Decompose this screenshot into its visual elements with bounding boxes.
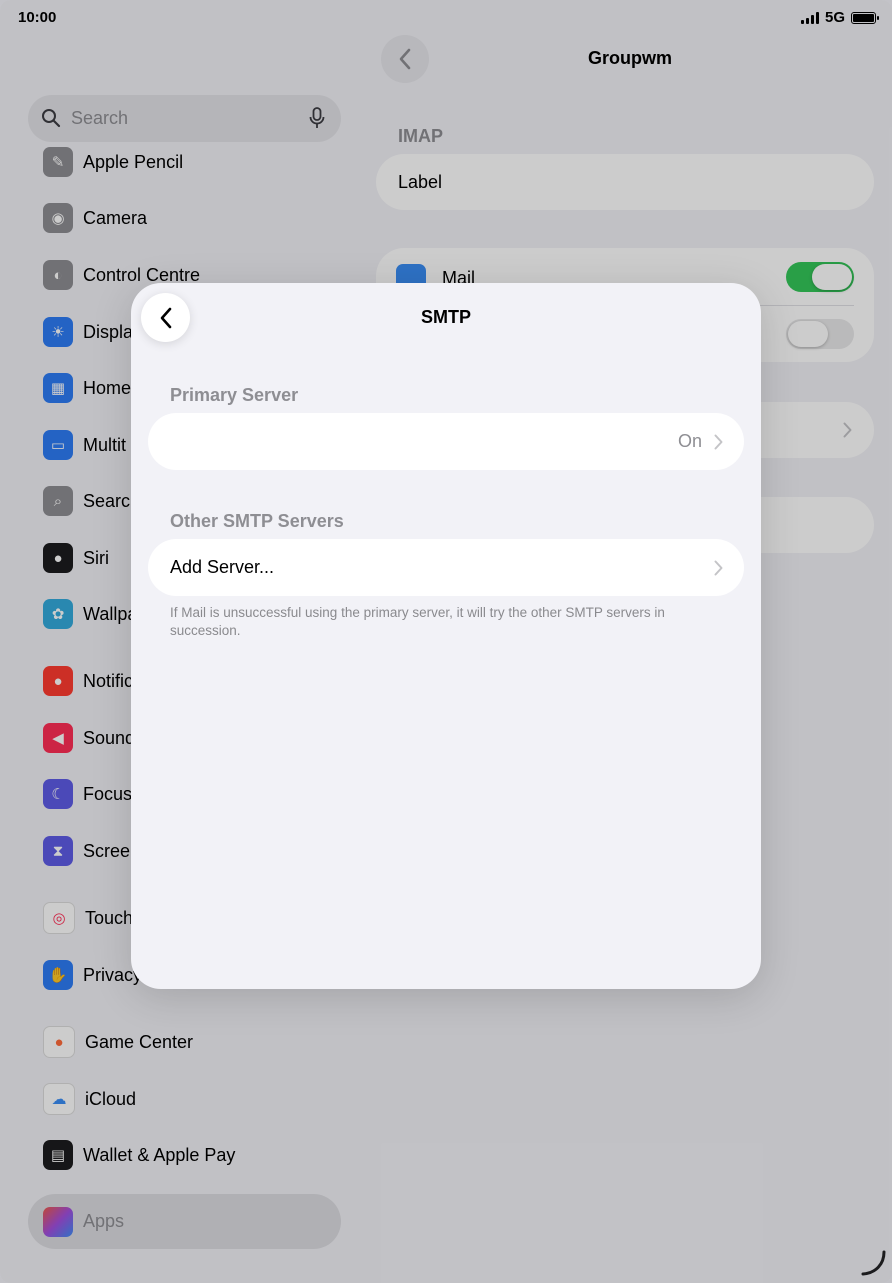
status-bar: 10:00 5G bbox=[0, 0, 892, 34]
signal-icon bbox=[800, 11, 819, 24]
network-type: 5G bbox=[824, 9, 845, 26]
chevron-right-icon bbox=[714, 434, 723, 450]
status-time: 10:00 bbox=[18, 9, 57, 26]
back-button[interactable] bbox=[141, 293, 190, 342]
chevron-left-icon bbox=[160, 307, 171, 328]
add-server-row[interactable]: Add Server... bbox=[148, 539, 744, 596]
smtp-sheet: SMTP Primary Server On Other SMTP Server… bbox=[131, 283, 761, 989]
add-server-label: Add Server... bbox=[170, 557, 275, 577]
primary-server-value: On bbox=[677, 431, 702, 451]
sheet-title: SMTP bbox=[420, 307, 471, 327]
chevron-right-icon bbox=[714, 560, 723, 576]
other-smtp-header: Other SMTP Servers bbox=[170, 511, 344, 531]
smtp-footer-note: If Mail is unsuccessful using the primar… bbox=[170, 605, 665, 638]
ipad-screen: 10:00 5G Search ✎ Apple Pencil ◉ Camera ◐ Con… bbox=[0, 0, 892, 1283]
resize-corner-icon[interactable] bbox=[858, 1248, 888, 1278]
battery-icon bbox=[851, 11, 879, 24]
primary-server-row[interactable]: On bbox=[148, 413, 744, 470]
primary-server-header: Primary Server bbox=[170, 385, 299, 405]
